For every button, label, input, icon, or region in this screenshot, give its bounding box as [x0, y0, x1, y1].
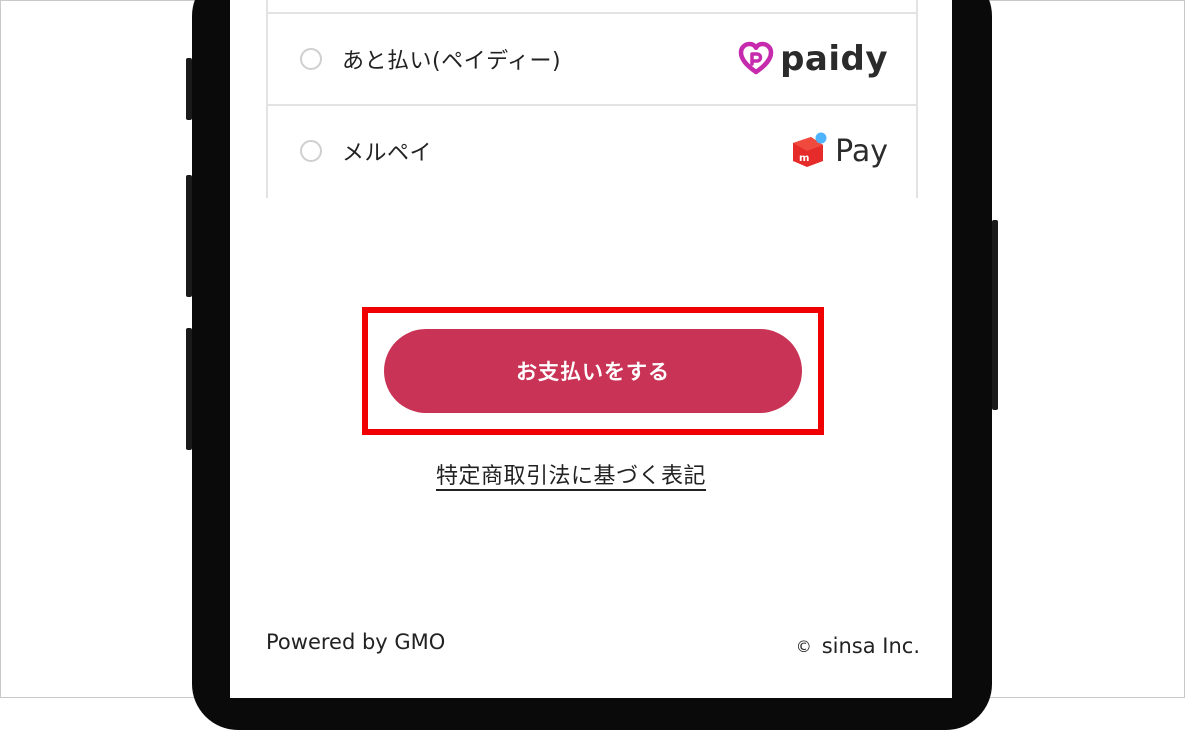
phone-power-button [992, 220, 998, 410]
submit-payment-button[interactable]: お支払いをする [384, 329, 802, 413]
payment-option-paidy[interactable]: あと払い(ペイディー) paidy [268, 12, 916, 104]
phone-side-button [186, 58, 192, 120]
phone-volume-down-button [186, 328, 192, 450]
merpay-logo: m Pay [789, 131, 888, 171]
copyright-text: sinsa Inc. [821, 634, 920, 658]
copyright-symbol: © [795, 636, 812, 656]
payment-method-list: あと払い(ペイディー) paidy メルペイ m Pay [266, 0, 918, 198]
phone-screen: あと払い(ペイディー) paidy メルペイ m Pay お支払いをする 特定商… [230, 0, 952, 698]
payment-option-merpay[interactable]: メルペイ m Pay [268, 104, 916, 196]
powered-by-text: Powered by GMO [266, 630, 446, 654]
merpay-box-icon: m [793, 132, 827, 167]
paidy-radio-button[interactable] [300, 48, 322, 70]
paidy-option-label: あと払い(ペイディー) [342, 49, 562, 74]
paidy-logo-text: paidy [780, 39, 888, 79]
paidy-heart-icon [738, 41, 774, 75]
svg-text:m: m [799, 153, 809, 164]
phone-volume-up-button [186, 175, 192, 297]
commercial-transactions-law-link[interactable]: 特定商取引法に基づく表記 [436, 458, 706, 490]
merpay-option-label: メルペイ [342, 141, 433, 166]
paidy-logo: paidy [738, 39, 888, 79]
merpay-radio-button[interactable] [300, 140, 322, 162]
merpay-logo-text: Pay [835, 133, 888, 169]
copyright: © sinsa Inc. [796, 634, 920, 658]
